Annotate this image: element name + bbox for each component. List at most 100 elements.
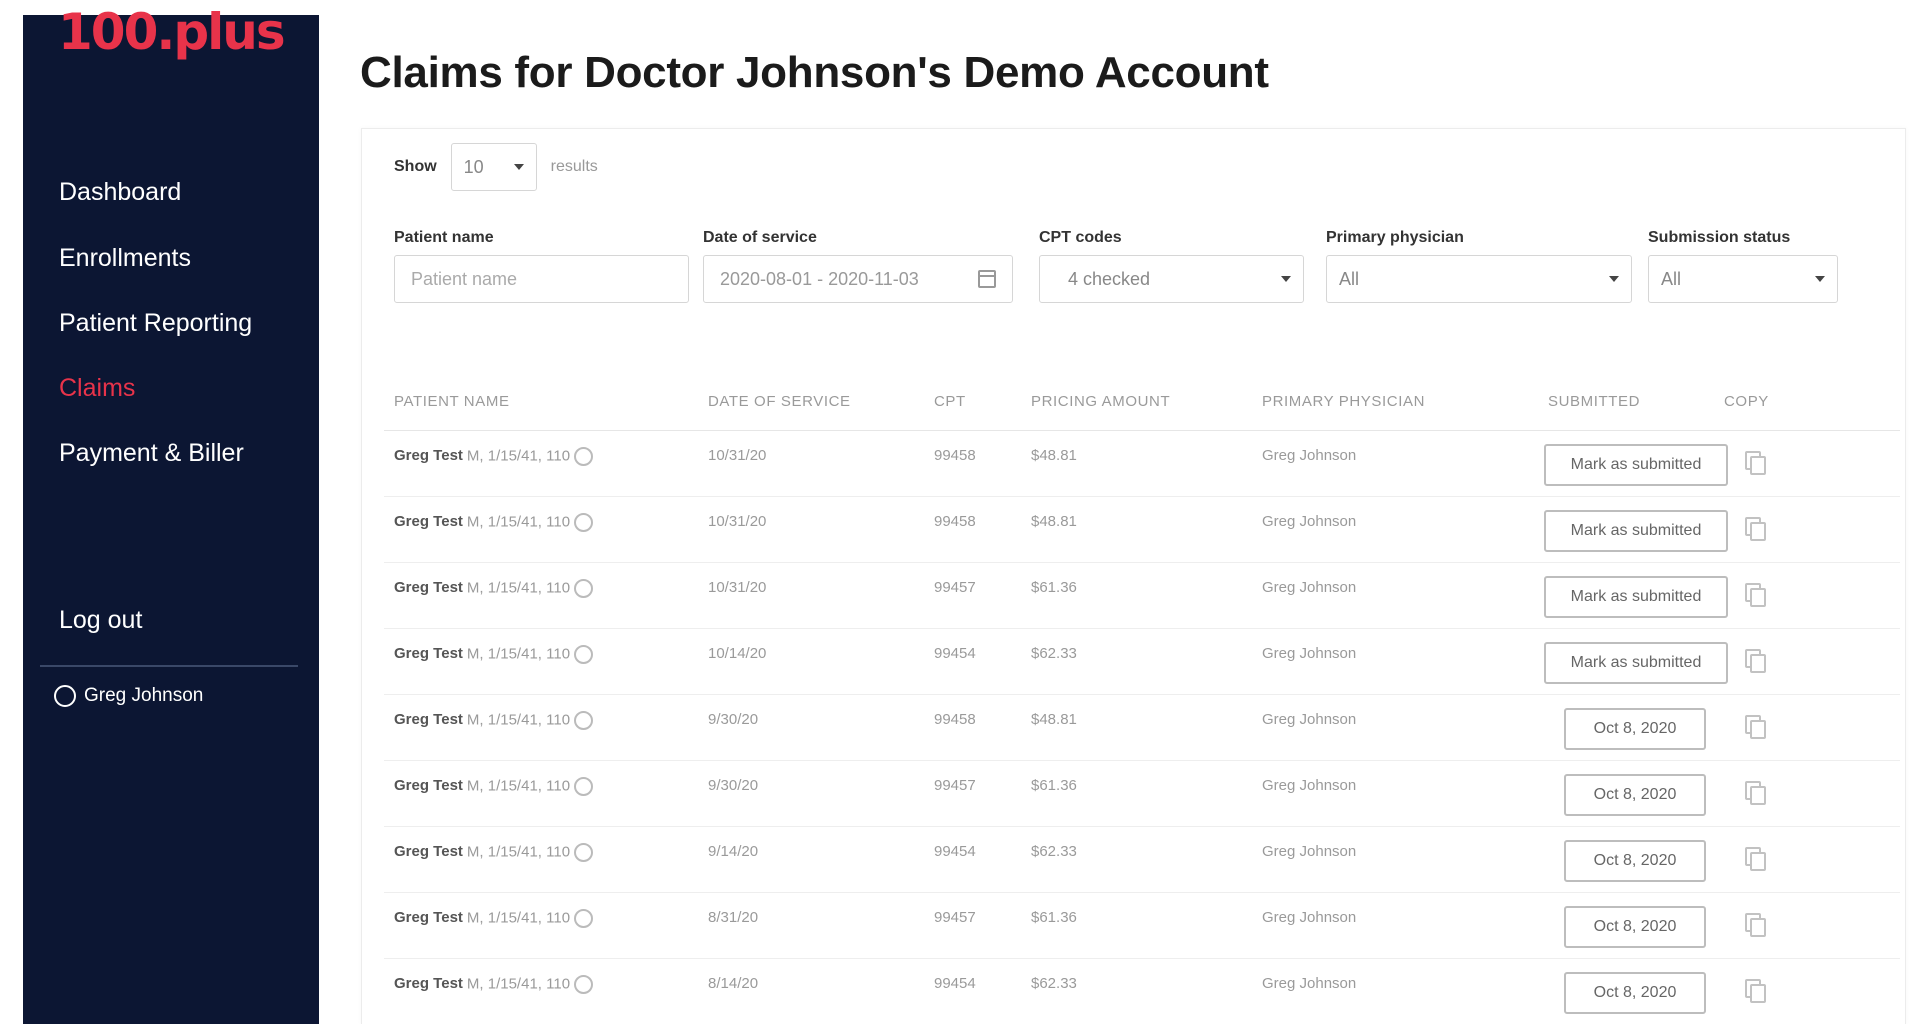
copy-icon[interactable]: [1745, 979, 1766, 1003]
submitted-date-button[interactable]: Oct 8, 2020: [1564, 906, 1706, 948]
copy-icon[interactable]: [1745, 649, 1766, 673]
patient-cell[interactable]: Greg Test M, 1/15/41, 110: [394, 975, 594, 994]
filter-submission-status: Submission status All: [1648, 229, 1838, 303]
sidebar-item-payment-biller[interactable]: Payment & Biller: [59, 439, 244, 468]
page-size-value: 10: [463, 156, 484, 177]
patient-name: Greg Test: [394, 645, 463, 663]
patient-details: M, 1/15/41, 110: [466, 711, 571, 729]
amount-cell: $48.81: [1031, 711, 1077, 728]
info-icon[interactable]: [574, 909, 594, 928]
info-icon[interactable]: [574, 843, 594, 862]
copy-icon[interactable]: [1745, 583, 1766, 607]
col-patient-name[interactable]: PATIENT NAME: [394, 393, 510, 410]
cpt-cell: 99457: [934, 909, 976, 926]
physician-cell: Greg Johnson: [1262, 447, 1357, 464]
cpt-codes-value: 4 checked: [1068, 268, 1151, 289]
copy-icon[interactable]: [1745, 913, 1766, 937]
copy-icon[interactable]: [1745, 451, 1766, 475]
sidebar-item-patient-reporting[interactable]: Patient Reporting: [59, 309, 252, 338]
physician-cell: Greg Johnson: [1262, 579, 1357, 596]
info-icon[interactable]: [574, 711, 594, 730]
mark-as-submitted-button[interactable]: Mark as submitted: [1544, 576, 1728, 618]
copy-icon[interactable]: [1745, 847, 1766, 871]
page-size-select[interactable]: 10: [450, 143, 537, 191]
patient-name-input[interactable]: Patient name: [394, 255, 689, 303]
date-cell: 10/31/20: [708, 513, 767, 530]
info-icon[interactable]: [574, 777, 594, 796]
submitted-date-button[interactable]: Oct 8, 2020: [1564, 972, 1706, 1014]
table-header: PATIENT NAME DATE OF SERVICE CPT PRICING…: [384, 379, 1900, 431]
physician-cell: Greg Johnson: [1262, 711, 1357, 728]
info-icon[interactable]: [574, 579, 594, 598]
table-row: Greg Test M, 1/15/41, 110 9/14/20 99454 $62.…: [384, 827, 1900, 893]
submitted-date-button[interactable]: Oct 8, 2020: [1564, 840, 1706, 882]
table-row: Greg Test M, 1/15/41, 110 10/31/20 99458 $48…: [384, 497, 1900, 563]
submission-status-select[interactable]: All: [1648, 255, 1838, 303]
amount-cell: $62.33: [1031, 843, 1077, 860]
cpt-codes-select[interactable]: 4 checked: [1039, 255, 1304, 303]
info-icon[interactable]: [574, 513, 594, 532]
primary-physician-select[interactable]: All: [1326, 255, 1632, 303]
submitted-date-button[interactable]: Oct 8, 2020: [1564, 774, 1706, 816]
date-range-input[interactable]: 2020-08-01 - 2020-11-03: [703, 255, 1013, 303]
physician-cell: Greg Johnson: [1262, 513, 1357, 530]
user-avatar-icon: [54, 685, 76, 707]
patient-cell[interactable]: Greg Test M, 1/15/41, 110: [394, 645, 594, 664]
table-row: Greg Test M, 1/15/41, 110 8/31/20 99457 $61.…: [384, 893, 1900, 959]
date-cell: 8/14/20: [708, 975, 759, 992]
patient-cell[interactable]: Greg Test M, 1/15/41, 110: [394, 513, 594, 532]
cpt-cell: 99454: [934, 975, 976, 992]
cpt-cell: 99458: [934, 447, 976, 464]
info-icon[interactable]: [574, 447, 594, 466]
patient-name: Greg Test: [394, 777, 463, 795]
submitted-date-button[interactable]: Oct 8, 2020: [1564, 708, 1706, 750]
table-row: Greg Test M, 1/15/41, 110 10/31/20 99458 $48…: [384, 431, 1900, 497]
col-date-of-service[interactable]: DATE OF SERVICE: [708, 393, 851, 410]
chevron-down-icon: [513, 164, 524, 170]
results-label: results: [550, 158, 598, 175]
amount-cell: $61.36: [1031, 777, 1077, 794]
cpt-cell: 99454: [934, 645, 976, 662]
patient-name-label: Patient name: [394, 229, 494, 246]
date-cell: 10/31/20: [708, 579, 767, 596]
page-size-control: Show 10 results: [394, 143, 598, 191]
patient-cell[interactable]: Greg Test M, 1/15/41, 110: [394, 777, 594, 796]
mark-as-submitted-button[interactable]: Mark as submitted: [1544, 642, 1728, 684]
cpt-cell: 99457: [934, 579, 976, 596]
col-pricing-amount[interactable]: PRICING AMOUNT: [1031, 393, 1170, 410]
filter-cpt-codes: CPT codes 4 checked: [1039, 229, 1304, 303]
copy-icon[interactable]: [1745, 715, 1766, 739]
mark-as-submitted-button[interactable]: Mark as submitted: [1544, 510, 1728, 552]
patient-details: M, 1/15/41, 110: [466, 447, 571, 465]
filter-date-of-service: Date of service 2020-08-01 - 2020-11-03: [703, 229, 1013, 303]
primary-physician-value: All: [1339, 268, 1360, 289]
patient-cell[interactable]: Greg Test M, 1/15/41, 110: [394, 579, 594, 598]
amount-cell: $48.81: [1031, 447, 1077, 464]
patient-cell[interactable]: Greg Test M, 1/15/41, 110: [394, 909, 594, 928]
patient-cell[interactable]: Greg Test M, 1/15/41, 110: [394, 711, 594, 730]
info-icon[interactable]: [574, 975, 594, 994]
logout-link[interactable]: Log out: [59, 606, 142, 635]
sidebar-item-enrollments[interactable]: Enrollments: [59, 244, 191, 273]
info-icon[interactable]: [574, 645, 594, 664]
patient-cell[interactable]: Greg Test M, 1/15/41, 110: [394, 447, 594, 466]
col-cpt[interactable]: CPT: [934, 393, 966, 410]
sidebar-item-dashboard[interactable]: Dashboard: [59, 178, 181, 207]
date-of-service-label: Date of service: [703, 229, 817, 246]
cpt-codes-label: CPT codes: [1039, 229, 1122, 246]
patient-name: Greg Test: [394, 447, 463, 465]
col-submitted[interactable]: SUBMITTED: [1548, 393, 1640, 410]
patient-name: Greg Test: [394, 975, 463, 993]
sidebar-item-claims[interactable]: Claims: [59, 374, 135, 403]
copy-icon[interactable]: [1745, 781, 1766, 805]
copy-icon[interactable]: [1745, 517, 1766, 541]
patient-cell[interactable]: Greg Test M, 1/15/41, 110: [394, 843, 594, 862]
date-cell: 9/14/20: [708, 843, 759, 860]
mark-as-submitted-button[interactable]: Mark as submitted: [1544, 444, 1728, 486]
app-logo[interactable]: 100.plus: [58, 3, 286, 61]
col-primary-physician[interactable]: PRIMARY PHYSICIAN: [1262, 393, 1425, 410]
current-user[interactable]: Greg Johnson: [54, 685, 203, 707]
patient-details: M, 1/15/41, 110: [466, 843, 571, 861]
patient-details: M, 1/15/41, 110: [466, 513, 571, 531]
table-row: Greg Test M, 1/15/41, 110 8/14/20 99454 $62.…: [384, 959, 1900, 1024]
